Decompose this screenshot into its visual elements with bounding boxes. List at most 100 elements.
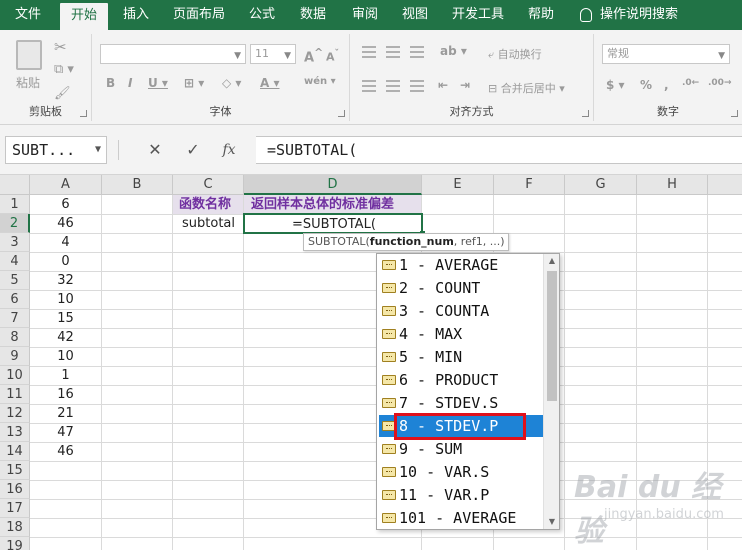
option-10-var-s[interactable]: 10 - VAR.S [379, 461, 543, 483]
tab-page-layout[interactable]: 页面布局 [166, 0, 232, 30]
name-box[interactable]: SUBT... ▼ [5, 136, 107, 164]
cell-a7[interactable]: 15 [30, 309, 101, 328]
scroll-thumb[interactable] [547, 271, 557, 401]
wrap-text-button[interactable]: ⤶ 自动换行 [488, 46, 542, 62]
cut-icon[interactable]: ✂ [54, 38, 67, 56]
font-family-dropdown[interactable]: ▼ [100, 44, 246, 64]
cell-a10[interactable]: 1 [30, 366, 101, 385]
row-header-5[interactable]: 5 [0, 271, 30, 290]
column-header-f[interactable]: F [494, 175, 565, 195]
tab-developer[interactable]: 开发工具 [446, 0, 510, 30]
cell-a1[interactable]: 6 [30, 195, 101, 214]
row-header-16[interactable]: 16 [0, 480, 30, 499]
column-header-e[interactable]: E [422, 175, 494, 195]
row-header-7[interactable]: 7 [0, 309, 30, 328]
tab-review[interactable]: 审阅 [344, 0, 386, 30]
cell-a5[interactable]: 32 [30, 271, 101, 290]
row-header-14[interactable]: 14 [0, 442, 30, 461]
decrease-decimal-icon[interactable]: .00→ [708, 78, 731, 88]
row-header-9[interactable]: 9 [0, 347, 30, 366]
clipboard-launcher-icon[interactable] [80, 110, 87, 117]
cell-a14[interactable]: 46 [30, 442, 101, 461]
increase-indent-icon[interactable]: ⇥ [460, 78, 470, 92]
tab-formulas[interactable]: 公式 [242, 0, 282, 30]
font-launcher-icon[interactable] [338, 110, 345, 117]
cell-d1[interactable]: 返回样本总体的标准偏差 [244, 195, 421, 214]
cell-a3[interactable]: 4 [30, 233, 101, 252]
tab-file[interactable]: 文件 [6, 0, 50, 30]
align-middle-icon[interactable] [386, 46, 400, 58]
tab-insert[interactable]: 插入 [114, 0, 158, 30]
cell-a12[interactable]: 21 [30, 404, 101, 423]
bold-icon[interactable]: B [106, 76, 115, 90]
option-3-counta[interactable]: 3 - COUNTA [379, 300, 543, 322]
format-painter-icon[interactable]: 🖌 [54, 86, 71, 101]
italic-icon[interactable]: I [128, 76, 132, 90]
cell-a8[interactable]: 42 [30, 328, 101, 347]
option-1-average[interactable]: 1 - AVERAGE [379, 254, 543, 276]
column-header-d[interactable]: D [244, 175, 422, 195]
row-header-17[interactable]: 17 [0, 499, 30, 518]
row-header-2[interactable]: 2 [0, 214, 30, 233]
option-101-average[interactable]: 101 - AVERAGE [379, 507, 543, 529]
cell-c2[interactable]: subtotal [173, 214, 243, 233]
option-9-sum[interactable]: 9 - SUM [379, 438, 543, 460]
row-header-19[interactable]: 19 [0, 537, 30, 550]
dropdown-scrollbar[interactable]: ▲ ▼ [543, 254, 559, 529]
scroll-up-icon[interactable]: ▲ [544, 254, 559, 268]
merge-center-button[interactable]: ⊟ 合并后居中 ▾ [488, 80, 565, 96]
option-4-max[interactable]: 4 - MAX [379, 323, 543, 345]
font-color-icon[interactable]: A ▾ [260, 76, 280, 90]
formula-input[interactable]: =SUBTOTAL( [256, 136, 742, 164]
cell-a13[interactable]: 47 [30, 423, 101, 442]
row-header-12[interactable]: 12 [0, 404, 30, 423]
column-header-a[interactable]: A [30, 175, 102, 195]
row-header-4[interactable]: 4 [0, 252, 30, 271]
font-size-dropdown[interactable]: 11 ▼ [250, 44, 296, 64]
active-cell-d2[interactable]: =SUBTOTAL( [243, 213, 423, 234]
comma-style-icon[interactable]: , [664, 78, 669, 92]
orientation-icon[interactable]: ab ▾ [440, 44, 467, 58]
tab-view[interactable]: 视图 [394, 0, 436, 30]
align-bottom-icon[interactable] [410, 46, 424, 58]
tab-home[interactable]: 开始 [60, 3, 108, 30]
cell-a9[interactable]: 10 [30, 347, 101, 366]
column-header-h[interactable]: H [637, 175, 708, 195]
row-header-8[interactable]: 8 [0, 328, 30, 347]
column-header-next[interactable] [708, 175, 742, 195]
cell-a4[interactable]: 0 [30, 252, 101, 271]
tab-help[interactable]: 帮助 [520, 0, 562, 30]
paste-button-label[interactable]: 粘贴 [16, 74, 40, 91]
cell-c1[interactable]: 函数名称 [173, 195, 243, 214]
decrease-font-icon[interactable]: Aˇ [326, 48, 339, 64]
align-top-icon[interactable] [362, 46, 376, 58]
row-header-15[interactable]: 15 [0, 461, 30, 480]
row-header-6[interactable]: 6 [0, 290, 30, 309]
insert-function-icon[interactable]: fx [216, 136, 242, 164]
tab-data[interactable]: 数据 [292, 0, 334, 30]
number-launcher-icon[interactable] [731, 110, 738, 117]
align-center-icon[interactable] [386, 80, 400, 92]
column-header-g[interactable]: G [565, 175, 637, 195]
accounting-format-icon[interactable]: $ ▾ [606, 78, 625, 92]
align-right-icon[interactable] [410, 80, 424, 92]
row-header-18[interactable]: 18 [0, 518, 30, 537]
row-header-10[interactable]: 10 [0, 366, 30, 385]
option-6-product[interactable]: 6 - PRODUCT [379, 369, 543, 391]
row-header-11[interactable]: 11 [0, 385, 30, 404]
row-header-1[interactable]: 1 [0, 195, 30, 214]
alignment-launcher-icon[interactable] [582, 110, 589, 117]
cell-a2[interactable]: 46 [30, 214, 101, 233]
column-header-b[interactable]: B [102, 175, 173, 195]
increase-font-icon[interactable]: A^ [304, 46, 323, 65]
copy-icon[interactable]: ⧉ ▾ [54, 62, 74, 77]
number-format-dropdown[interactable]: 常规 ▼ [602, 44, 730, 64]
option-7-stdev-s[interactable]: 7 - STDEV.S [379, 392, 543, 414]
option-2-count[interactable]: 2 - COUNT [379, 277, 543, 299]
select-all-button[interactable] [0, 175, 30, 195]
option-5-min[interactable]: 5 - MIN [379, 346, 543, 368]
cancel-icon[interactable]: ✕ [142, 136, 168, 164]
align-left-icon[interactable] [362, 80, 376, 92]
function-num-autocomplete[interactable]: 1 - AVERAGE 2 - COUNT 3 - COUNTA 4 - MAX… [376, 253, 560, 530]
tell-me-search[interactable]: 操作说明搜索 [580, 0, 678, 30]
